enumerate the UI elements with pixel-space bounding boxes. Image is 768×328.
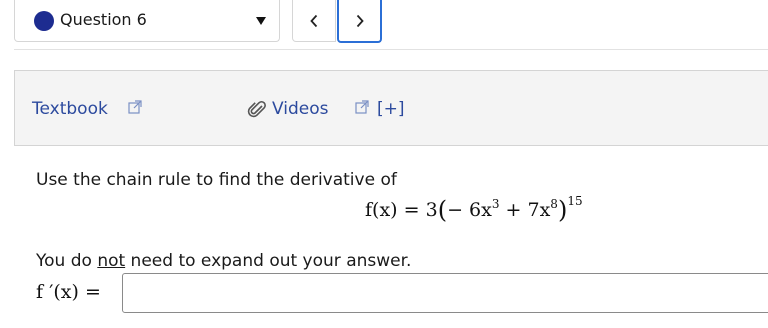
resource-bar: Textbook Videos [+] (14, 70, 768, 146)
question-select[interactable]: Question 6 (14, 0, 280, 42)
next-question-button[interactable] (337, 0, 382, 43)
textbook-link[interactable]: Textbook (32, 99, 108, 119)
question-status-dot (34, 11, 54, 31)
external-link-icon[interactable] (128, 100, 142, 114)
instruction-text: Use the chain rule to find the derivativ… (36, 170, 397, 190)
formula-term2-exponent: 8 (550, 197, 558, 211)
videos-link[interactable]: Videos (272, 99, 329, 119)
formula-term2: 7x (527, 199, 551, 221)
external-link-icon[interactable] (355, 100, 369, 114)
instruction-note: You do not need to expand out your answe… (36, 251, 411, 271)
chevron-left-icon (310, 14, 318, 27)
instruction-note-post: need to expand out your answer. (125, 251, 412, 271)
formula-outer-exponent: 15 (567, 194, 583, 208)
paperclip-icon (247, 100, 266, 118)
question-label: Question 6 (60, 10, 147, 29)
formula-equals: = (403, 199, 420, 221)
function-formula: f(x) = 3(− 6x3 + 7x8)15 (365, 194, 583, 224)
formula-term1: − 6x (447, 199, 492, 221)
caret-down-icon (256, 17, 266, 25)
formula-coefficient: 3 (425, 199, 438, 221)
instruction-note-emphasis: not (97, 251, 126, 271)
divider (14, 49, 768, 50)
expand-videos-link[interactable]: [+] (377, 99, 405, 119)
answer-label: f ′(x) = (36, 281, 101, 303)
instruction-note-pre: You do (36, 251, 98, 271)
formula-lhs: f(x) (365, 199, 398, 221)
formula-term1-exponent: 3 (491, 197, 500, 211)
formula-plus: + (505, 199, 522, 221)
chevron-right-icon (356, 14, 364, 27)
answer-input[interactable] (122, 273, 768, 313)
previous-question-button[interactable] (292, 0, 336, 42)
